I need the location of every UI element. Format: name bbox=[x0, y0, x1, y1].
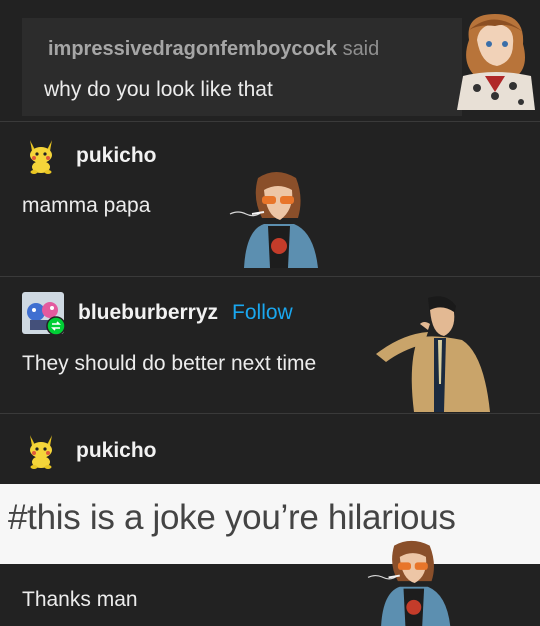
reblog-badge-icon bbox=[46, 316, 66, 336]
tag-screenshot: #this is a joke you’re hilarious bbox=[0, 484, 540, 564]
reply-username[interactable]: pukicho bbox=[76, 144, 157, 168]
reply-header: pukicho bbox=[24, 138, 157, 174]
follow-button[interactable]: Follow bbox=[232, 301, 293, 325]
pikachu-plush-icon[interactable] bbox=[24, 138, 58, 174]
reply-message: They should do better next time bbox=[22, 352, 317, 375]
user-avatar[interactable] bbox=[22, 292, 66, 336]
divider bbox=[0, 276, 540, 277]
ask-message: why do you look like that bbox=[44, 78, 273, 101]
ask-said-label: said bbox=[342, 38, 380, 60]
reply-username[interactable]: pukicho bbox=[76, 439, 157, 463]
post-tag[interactable]: #this is a joke you’re hilarious bbox=[8, 498, 456, 538]
smoking-guy-sticker bbox=[229, 172, 318, 268]
reply-message: Thanks man bbox=[22, 588, 138, 611]
reply-header: blueburberryz Follow bbox=[22, 292, 293, 336]
reply-message: mamma papa bbox=[22, 194, 151, 217]
reply-username[interactable]: blueburberryz bbox=[78, 301, 218, 325]
ask-username[interactable]: impressivedragonfemboycock bbox=[48, 38, 337, 60]
reply-header: pukicho bbox=[24, 433, 157, 469]
divider bbox=[0, 413, 540, 414]
ask-header: impressivedragonfemboycock said bbox=[48, 38, 379, 61]
suited-man-sticker bbox=[376, 296, 490, 412]
ask-quote-box: impressivedragonfemboycock said why do y… bbox=[22, 18, 462, 116]
pikachu-plush-icon[interactable] bbox=[24, 433, 58, 469]
divider bbox=[0, 121, 540, 122]
asker-avatar[interactable] bbox=[455, 10, 535, 110]
smoking-guy-sticker bbox=[367, 540, 451, 626]
